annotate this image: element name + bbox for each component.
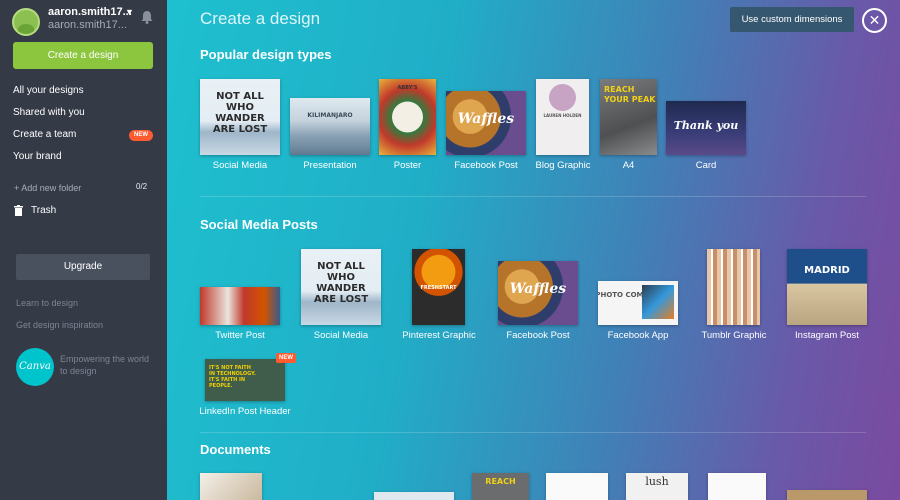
label-blog-graphic[interactable]: Blog Graphic bbox=[530, 160, 596, 171]
thumb-document[interactable] bbox=[708, 473, 766, 500]
thumb-text: FRESHSTART bbox=[420, 285, 457, 291]
thumb-text: Waffles bbox=[457, 111, 515, 127]
inspiration-link[interactable]: Get design inspiration bbox=[16, 320, 103, 330]
divider bbox=[200, 196, 866, 197]
page-title: Create a design bbox=[200, 9, 321, 28]
canva-logo[interactable]: Canva bbox=[16, 348, 54, 386]
sidebar: aaron.smith17... aaron.smith17... ▼ Crea… bbox=[0, 0, 167, 500]
section-title-social: Social Media Posts bbox=[200, 217, 318, 232]
thumb-social-media[interactable]: NOT ALL WHO WANDER ARE LOST bbox=[200, 79, 280, 155]
label-instagram-post[interactable]: Instagram Post bbox=[787, 330, 867, 341]
label-social-media[interactable]: Social Media bbox=[200, 160, 280, 171]
label-facebook-post-2[interactable]: Facebook Post bbox=[498, 330, 578, 341]
user-account: aaron.smith17... bbox=[48, 19, 127, 31]
label-poster[interactable]: Poster bbox=[379, 160, 436, 171]
user-menu[interactable]: aaron.smith17... aaron.smith17... ▼ bbox=[12, 6, 162, 36]
close-icon[interactable]: ✕ bbox=[862, 8, 887, 33]
thumb-photo bbox=[642, 285, 674, 319]
thumb-circle bbox=[549, 84, 576, 111]
thumb-facebook-post-2[interactable]: Waffles bbox=[498, 261, 578, 325]
thumb-facebook-post[interactable]: Waffles bbox=[446, 91, 526, 155]
learn-link[interactable]: Learn to design bbox=[16, 298, 78, 308]
thumb-text: Waffles bbox=[509, 281, 567, 297]
thumb-text: NOT ALL WHO WANDER ARE LOST bbox=[313, 261, 369, 305]
thumb-presentation[interactable]: KILIMANJARO bbox=[290, 98, 370, 155]
create-design-button[interactable]: Create a design bbox=[13, 42, 153, 69]
thumb-instagram-post[interactable]: MADRID bbox=[787, 249, 867, 325]
label-facebook-app[interactable]: Facebook App bbox=[598, 330, 678, 341]
thumb-text: NOT ALL WHO WANDER ARE LOST bbox=[212, 91, 268, 135]
sidebar-item-shared[interactable]: Shared with you bbox=[13, 107, 85, 118]
sidebar-item-brand[interactable]: Your brand bbox=[13, 151, 62, 162]
sidebar-item-create-team[interactable]: Create a team bbox=[13, 129, 76, 140]
trash-icon bbox=[14, 205, 23, 216]
thumb-card[interactable]: Thank you bbox=[666, 101, 746, 155]
new-badge: NEW bbox=[129, 130, 153, 141]
folder-count: 0/2 bbox=[136, 182, 148, 191]
chevron-down-icon[interactable]: ▼ bbox=[125, 7, 134, 17]
thumb-text: REACH YOUR PEAK bbox=[604, 85, 656, 104]
main-panel: Create a design Use custom dimensions ✕ … bbox=[167, 0, 900, 500]
avatar[interactable] bbox=[12, 8, 40, 36]
upgrade-button[interactable]: Upgrade bbox=[16, 254, 150, 280]
thumb-blog-graphic[interactable]: LAUREN HOLDEN bbox=[536, 79, 589, 155]
section-title-popular: Popular design types bbox=[200, 47, 332, 62]
bell-icon[interactable] bbox=[139, 9, 155, 25]
thumb-text: ABBY'S bbox=[397, 85, 418, 91]
thumb-text: LAUREN HOLDEN bbox=[543, 113, 582, 118]
user-name[interactable]: aaron.smith17... bbox=[48, 6, 132, 19]
thumb-document[interactable] bbox=[200, 473, 262, 500]
thumb-social-media-2[interactable]: NOT ALL WHO WANDER ARE LOST bbox=[301, 249, 381, 325]
trash-label: Trash bbox=[31, 205, 57, 216]
thumb-document[interactable] bbox=[546, 473, 608, 500]
label-card[interactable]: Card bbox=[666, 160, 746, 171]
label-tumblr-graphic[interactable]: Tumblr Graphic bbox=[693, 330, 775, 341]
thumb-document[interactable] bbox=[787, 490, 867, 500]
thumb-twitter-post[interactable] bbox=[200, 287, 280, 325]
label-a4[interactable]: A4 bbox=[600, 160, 657, 171]
add-folder-link[interactable]: + Add new folder bbox=[14, 183, 81, 193]
thumb-poster[interactable]: ABBY'S bbox=[379, 79, 436, 155]
thumb-tumblr-graphic[interactable] bbox=[707, 249, 760, 325]
custom-dimensions-button[interactable]: Use custom dimensions bbox=[730, 7, 854, 32]
thumb-pinterest-graphic[interactable]: FRESHSTART bbox=[412, 249, 465, 325]
label-linkedin-post-header[interactable]: LinkedIn Post Header bbox=[195, 406, 295, 417]
label-pinterest-graphic[interactable]: Pinterest Graphic bbox=[398, 330, 480, 341]
label-presentation[interactable]: Presentation bbox=[290, 160, 370, 171]
thumb-text: IT'S NOT FAITH IN TECHNOLOGY. IT'S FAITH… bbox=[209, 365, 256, 389]
divider bbox=[200, 432, 866, 433]
label-facebook-post[interactable]: Facebook Post bbox=[446, 160, 526, 171]
thumb-facebook-app[interactable]: PHOTO COMP bbox=[598, 281, 678, 325]
thumb-text: MADRID bbox=[804, 265, 850, 276]
new-badge: NEW bbox=[276, 353, 296, 363]
thumb-document[interactable]: REACH bbox=[472, 473, 529, 500]
sidebar-item-all-designs[interactable]: All your designs bbox=[13, 85, 84, 96]
label-social-media-2[interactable]: Social Media bbox=[301, 330, 381, 341]
thumb-text: lush bbox=[645, 475, 669, 488]
thumb-linkedin-post-header[interactable]: IT'S NOT FAITH IN TECHNOLOGY. IT'S FAITH… bbox=[205, 359, 285, 401]
thumb-document[interactable] bbox=[374, 492, 454, 500]
tagline: Empowering the world to design bbox=[60, 354, 150, 376]
thumb-text: REACH bbox=[485, 477, 516, 486]
thumb-document[interactable]: lush bbox=[626, 473, 688, 500]
label-twitter-post[interactable]: Twitter Post bbox=[200, 330, 280, 341]
section-title-documents: Documents bbox=[200, 442, 271, 457]
thumb-text: Thank you bbox=[673, 119, 739, 132]
thumb-text: KILIMANJARO bbox=[307, 112, 353, 119]
thumb-a4[interactable]: REACH YOUR PEAK bbox=[600, 79, 657, 155]
